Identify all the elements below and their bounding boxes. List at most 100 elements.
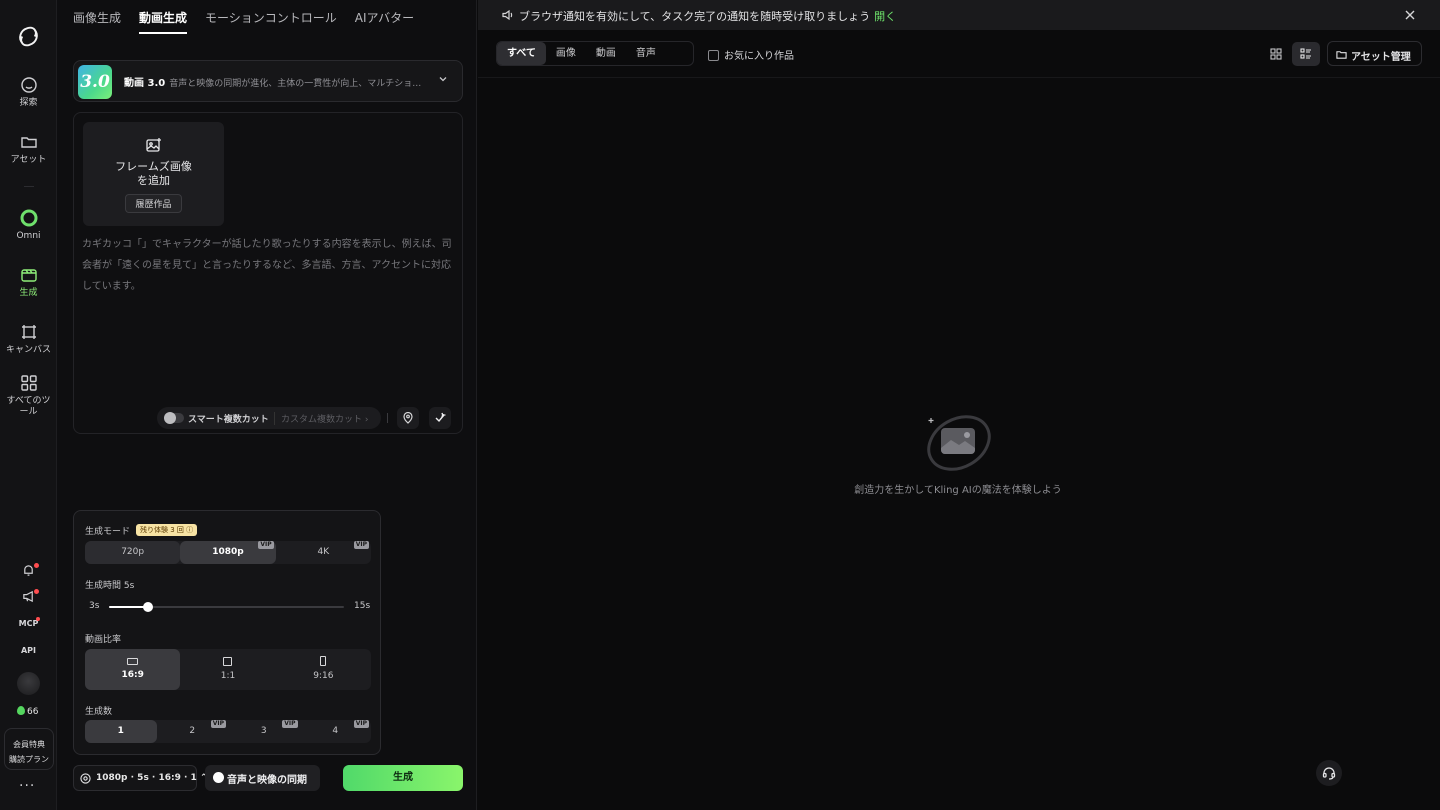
nav-omni[interactable]: Omni (0, 209, 57, 242)
more-menu-icon[interactable]: ··· (19, 778, 35, 794)
prompt-input[interactable]: カギカッコ「」でキャラクターが話したり歌ったりする内容を表示し、例えば、司会者が… (82, 234, 456, 297)
ratio-1-1-label: 1:1 (220, 671, 236, 681)
credits-balance[interactable]: 66 (17, 706, 38, 717)
folder-icon (1336, 51, 1347, 59)
nav-canvas-label: キャンバス (5, 345, 51, 355)
location-button[interactable] (397, 407, 419, 429)
duration-max: 15s (354, 601, 371, 611)
ratio-1-1[interactable]: 1:1 (180, 649, 275, 690)
credit-drop-icon (17, 706, 25, 715)
ratio-9-16[interactable]: 9:16 (276, 649, 371, 690)
nav-all-tools-label: すべてのツール (6, 396, 51, 417)
audio-video-sync-button[interactable]: 音声と映像の同期 (205, 765, 320, 791)
favorites-checkbox[interactable] (708, 50, 719, 61)
duration-slider-handle[interactable] (143, 602, 154, 612)
settings-summary-button[interactable]: 1080p · 5s · 16:9 · 1 ⌃ (73, 765, 208, 791)
smart-cut-toggle[interactable] (164, 412, 184, 424)
speaker-icon (502, 9, 513, 21)
list-view-button[interactable] (1292, 42, 1320, 66)
count-2[interactable]: 2 VIP (157, 720, 229, 743)
notification-open-link[interactable]: 開く (874, 10, 896, 23)
subscription-plan-button[interactable]: 会員特典 購読プラン (4, 728, 54, 770)
count-1[interactable]: 1 (85, 720, 157, 743)
logo-icon[interactable] (16, 24, 41, 49)
custom-cut-link[interactable]: カスタム複数カット › (274, 412, 368, 425)
nav-explore[interactable]: 探索 (0, 76, 57, 109)
explore-icon (20, 77, 37, 93)
filter-all[interactable]: すべて (497, 42, 546, 65)
mode-tabs: 画像生成 動画生成 モーションコントロール AIアバター (73, 9, 414, 34)
ratio-16-9[interactable]: 16:9 (85, 649, 181, 690)
aspect-ratio-selector: 16:9 1:1 9:16 (85, 649, 371, 690)
nav-divider (24, 186, 34, 187)
mcp-notification-dot (36, 617, 40, 621)
filter-images[interactable]: 画像 (546, 42, 586, 65)
trial-badge[interactable]: 残り体験 3 回 ⓘ (136, 524, 198, 536)
history-works-button[interactable]: 履歴作品 (125, 194, 182, 213)
tab-video-generation[interactable]: 動画生成 (139, 9, 188, 34)
ratio-label: 動画比率 (85, 635, 122, 645)
vip-badge: VIP (353, 720, 369, 728)
nav-all-tools[interactable]: すべてのツール (0, 374, 57, 418)
add-frame-image-button[interactable]: フレームズ画像 を追加 履歴作品 (83, 122, 224, 226)
magic-wand-icon (435, 412, 446, 423)
tab-motion-control[interactable]: モーションコントロール (205, 9, 337, 34)
count-label: 生成数 (85, 707, 113, 717)
resolution-4k[interactable]: 4K VIP (276, 541, 371, 564)
generate-button[interactable]: 生成 (343, 765, 463, 791)
audio-video-sync-label: 音声と映像の同期 (227, 775, 307, 786)
headset-icon (1322, 767, 1336, 780)
app-root: 探索 アセット Omni 生成 キャンバス すべてのツール MCP API 66… (0, 0, 1440, 810)
favorites-filter[interactable]: お気に入り作品 (708, 47, 794, 62)
magic-enhance-button[interactable] (429, 407, 451, 429)
grid-icon (20, 375, 37, 391)
folder-icon (20, 137, 37, 148)
resolution-selector: 720p 1080p VIP 4K VIP (85, 541, 371, 564)
nav-explore-label: 探索 (19, 98, 38, 108)
nav-canvas[interactable]: キャンバス (0, 323, 57, 356)
list-view-icon (1300, 48, 1311, 59)
location-pin-icon (403, 412, 413, 424)
tab-image-generation[interactable]: 画像生成 (73, 9, 121, 34)
model-name: 動画 3.0 (124, 78, 166, 89)
avatar[interactable] (17, 672, 40, 695)
model-badge: 3.0 (78, 65, 112, 99)
notification-message: ブラウザ通知を有効にして、タスク完了の通知を随時受け取りましょう (519, 10, 871, 23)
model-selector[interactable]: 3.0 動画 3.0 音声と映像の同期が進化、主体の一貫性が向上、マルチショッ… (73, 60, 463, 102)
duration-slider[interactable] (109, 602, 344, 612)
grid-view-button[interactable] (1262, 42, 1290, 66)
nav-api[interactable]: API (0, 646, 57, 655)
mode-label: 生成モード (85, 527, 131, 537)
vip-badge: VIP (282, 720, 298, 728)
asset-management-label: アセット管理 (1351, 52, 1411, 63)
support-button[interactable] (1316, 760, 1342, 786)
nav-assets-label: アセット (10, 155, 47, 165)
add-image-icon (145, 138, 161, 152)
count-1-label: 1 (117, 726, 124, 736)
close-icon[interactable] (1404, 9, 1416, 21)
count-3[interactable]: 3 VIP (228, 720, 300, 743)
nav-generate[interactable]: 生成 (0, 266, 57, 299)
resolution-1080p[interactable]: 1080p VIP (180, 541, 276, 564)
credits-value: 66 (27, 707, 39, 717)
omni-icon (20, 209, 37, 227)
asset-management-button[interactable]: アセット管理 (1327, 41, 1422, 66)
model-description: 動画 3.0 音声と映像の同期が進化、主体の一貫性が向上、マルチショッ… (124, 74, 424, 89)
nav-assets[interactable]: アセット (0, 133, 57, 166)
filter-videos[interactable]: 動画 (586, 42, 626, 65)
notification-banner: ブラウザ通知を有効にして、タスク完了の通知を随時受け取りましょう 開く (478, 0, 1440, 30)
add-frame-label-1: フレームズ画像 (115, 160, 192, 173)
nav-mcp[interactable]: MCP (0, 619, 57, 628)
vip-badge: VIP (258, 541, 274, 549)
count-3-label: 3 (260, 726, 267, 736)
resolution-720p[interactable]: 720p (85, 541, 181, 564)
resolution-720p-label: 720p (121, 547, 145, 557)
tab-ai-avatar[interactable]: AIアバター (355, 9, 414, 34)
count-4[interactable]: 4 VIP (300, 720, 372, 743)
plan-line-1: 会員特典 (13, 740, 45, 749)
count-2-label: 2 (189, 726, 196, 736)
filter-audio[interactable]: 音声 (626, 42, 666, 65)
notification-text: ブラウザ通知を有効にして、タスク完了の通知を随時受け取りましょう 開く (519, 8, 896, 24)
check-circle-icon (213, 772, 224, 783)
grid-view-icon (1270, 48, 1282, 60)
